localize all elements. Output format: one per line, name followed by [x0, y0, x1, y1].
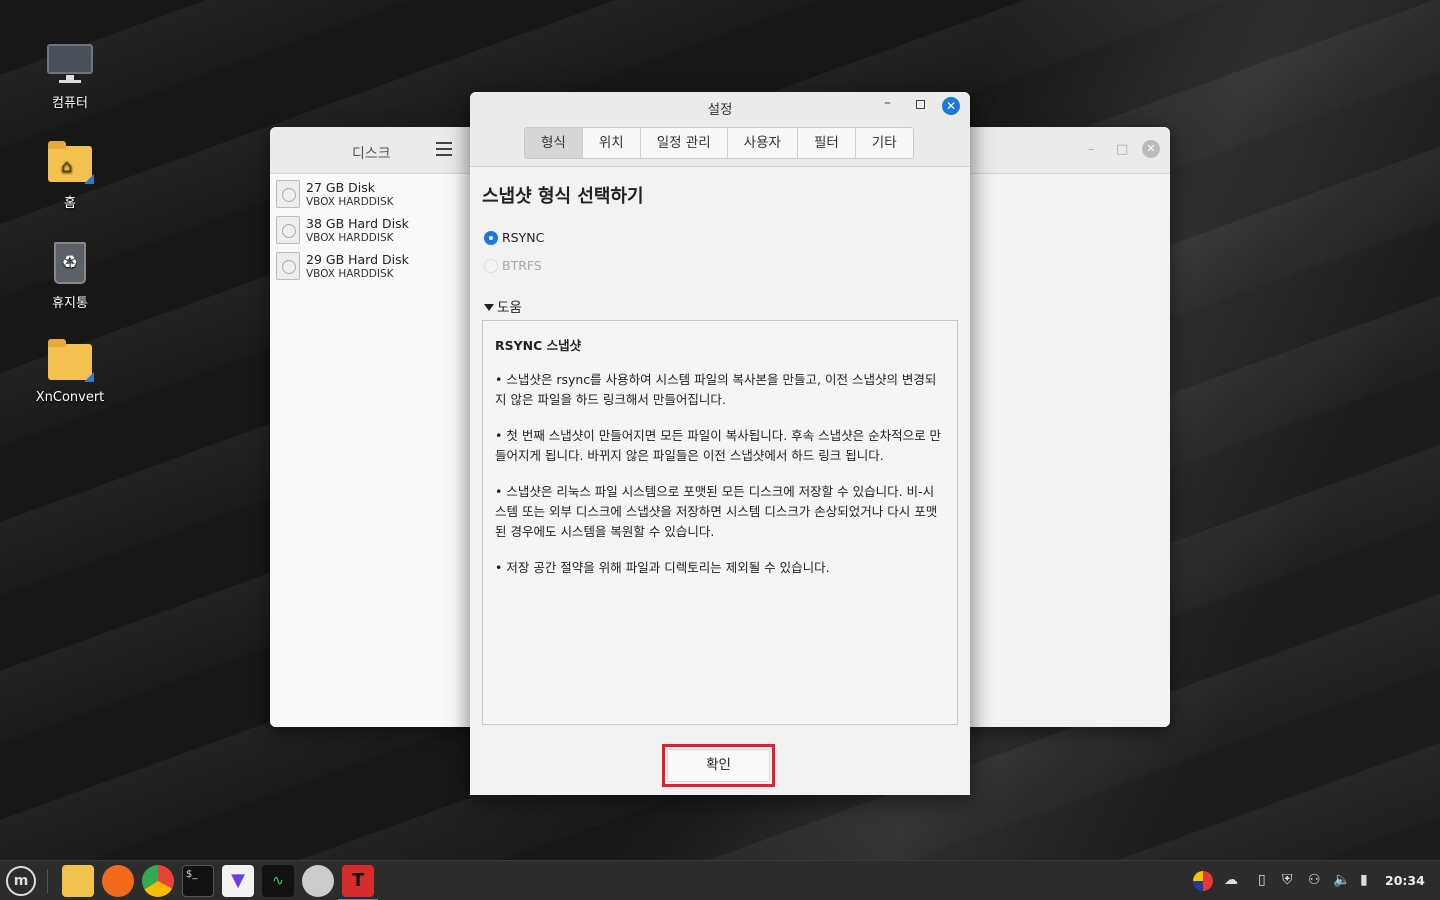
desktop-icon-xnconvert[interactable]: XnConvert	[20, 338, 120, 405]
help-paragraph: • 첫 번째 스냅샷이 만들어지면 모든 파일이 복사됩니다. 후속 스냅샷은 …	[495, 428, 942, 463]
radio-label: RSYNC	[502, 230, 545, 245]
hard-disk-icon	[276, 180, 300, 208]
desktop-icon-label: 홈	[64, 196, 76, 211]
tab-schedule[interactable]: 일정 관리	[640, 128, 728, 158]
volume-icon[interactable]: 🔈	[1333, 872, 1350, 888]
disk-model: VBOX HARDDISK	[306, 196, 394, 208]
help-heading: RSYNC 스냅샷	[495, 338, 582, 353]
desktop-icon-home[interactable]: ⌂ 홈	[20, 140, 120, 211]
tab-misc[interactable]: 기타	[855, 128, 913, 158]
help-expander[interactable]: 도움	[484, 296, 522, 316]
settings-minimize-button[interactable]: –	[884, 95, 891, 111]
settings-maximize-button[interactable]	[916, 100, 925, 109]
network-icon[interactable]: ⚇	[1308, 872, 1321, 888]
disk-list-item[interactable]: 38 GB Hard Disk VBOX HARDDISK	[270, 212, 470, 248]
terminal-app-icon[interactable]: $_	[182, 865, 214, 897]
desktop-icon-trash[interactable]: ♻ 휴지통	[20, 240, 120, 311]
disks-title: 디스크	[352, 146, 391, 162]
trash-icon: ♻	[46, 240, 94, 288]
folder-icon	[46, 338, 94, 386]
expander-arrow-icon	[484, 304, 494, 311]
settings-title: 설정	[707, 102, 733, 118]
disks-close-button[interactable]: ✕	[1142, 140, 1160, 158]
ok-button[interactable]: 확인	[667, 749, 770, 782]
disk-model: VBOX HARDDISK	[306, 268, 394, 280]
tab-location[interactable]: 위치	[582, 128, 641, 158]
clock[interactable]: 20:34	[1385, 873, 1425, 888]
computer-icon	[46, 40, 94, 88]
disks-maximize-button[interactable]: □	[1116, 142, 1128, 157]
disk-name: 27 GB Disk	[306, 180, 375, 195]
radio-unchecked-icon	[484, 259, 498, 273]
disk-name: 38 GB Hard Disk	[306, 216, 409, 231]
taskbar-separator	[47, 869, 48, 893]
cloud-icon[interactable]: ☁	[1224, 872, 1238, 888]
settings-headerbar: 설정 – ✕ 형식 위치 일정 관리 사용자 필터 기타	[470, 92, 970, 167]
home-folder-icon: ⌂	[46, 140, 94, 188]
disks-minimize-button[interactable]: –	[1088, 142, 1095, 157]
files-app-icon[interactable]	[62, 865, 94, 897]
disk-name: 29 GB Hard Disk	[306, 252, 409, 267]
input-method-icon[interactable]	[1193, 871, 1213, 891]
disk-list-item[interactable]: 27 GB Disk VBOX HARDDISK	[270, 176, 470, 212]
clipboard-icon[interactable]: ▯	[1258, 872, 1266, 888]
shield-icon[interactable]: ⛨	[1282, 872, 1293, 888]
disks-app-icon[interactable]	[302, 865, 334, 897]
radio-checked-icon	[484, 231, 498, 245]
disk-model: VBOX HARDDISK	[306, 232, 394, 244]
disk-list: 27 GB Disk VBOX HARDDISK 38 GB Hard Disk…	[270, 174, 470, 727]
hard-disk-icon	[276, 216, 300, 244]
firefox-app-icon[interactable]	[102, 865, 134, 897]
tab-users[interactable]: 사용자	[727, 128, 798, 158]
radio-label: BTRFS	[502, 258, 542, 273]
timeshift-app-icon[interactable]: T	[338, 865, 378, 900]
hard-disk-icon	[276, 252, 300, 280]
chrome-app-icon[interactable]	[142, 865, 174, 897]
desktop-icon-computer[interactable]: 컴퓨터	[20, 40, 120, 111]
system-monitor-app-icon[interactable]: ∿	[262, 865, 294, 897]
proton-vpn-app-icon[interactable]: ▼	[222, 865, 254, 897]
tab-format[interactable]: 형식	[525, 128, 583, 158]
disk-list-item[interactable]: 29 GB Hard Disk VBOX HARDDISK	[270, 248, 470, 284]
settings-close-button[interactable]: ✕	[942, 97, 960, 115]
help-paragraph: • 스냅샷은 rsync를 사용하여 시스템 파일의 복사본을 만들고, 이전 …	[495, 372, 937, 407]
desktop-icon-label: 컴퓨터	[52, 96, 88, 111]
settings-dialog: 설정 – ✕ 형식 위치 일정 관리 사용자 필터 기타 스냅샷 형식 선택하기…	[470, 92, 970, 795]
tab-filters[interactable]: 필터	[797, 128, 856, 158]
help-paragraph: • 스냅샷은 리눅스 파일 시스템으로 포맷된 모든 디스크에 저장할 수 있습…	[495, 484, 938, 539]
section-title: 스냅샷 형식 선택하기	[482, 186, 644, 207]
help-paragraph: • 저장 공간 절약을 위해 파일과 디렉토리는 제외될 수 있습니다.	[495, 560, 830, 575]
hamburger-menu-icon[interactable]	[436, 142, 452, 156]
settings-body: 스냅샷 형식 선택하기 RSYNC BTRFS 도움 RSYNC 스냅샷 • 스…	[470, 168, 970, 795]
help-text-box: RSYNC 스냅샷 • 스냅샷은 rsync를 사용하여 시스템 파일의 복사본…	[482, 320, 958, 725]
battery-icon[interactable]: ▮	[1360, 872, 1368, 888]
taskbar: m $_ ▼ ∿ T ☁ ▯ ⛨ ⚇ 🔈 ▮ 20:34	[0, 860, 1440, 900]
settings-tabs: 형식 위치 일정 관리 사용자 필터 기타	[524, 127, 914, 159]
desktop-icon-label: XnConvert	[35, 390, 105, 405]
desktop-icon-label: 휴지통	[52, 296, 88, 311]
mint-menu-icon[interactable]: m	[6, 866, 36, 896]
help-expander-label: 도움	[497, 300, 522, 316]
